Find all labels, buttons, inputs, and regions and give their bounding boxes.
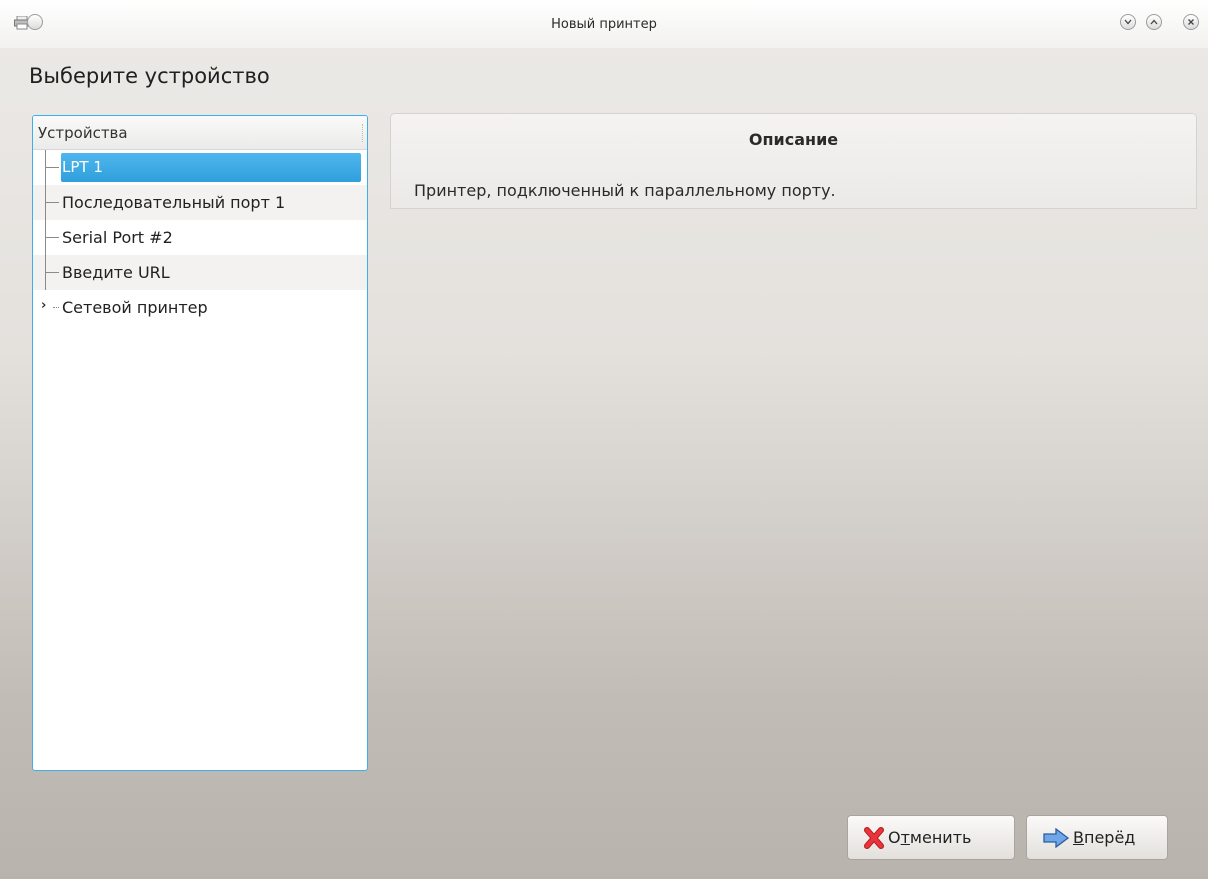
forward-button[interactable]: Вперёд bbox=[1026, 815, 1168, 860]
column-resize-handle[interactable] bbox=[362, 124, 365, 142]
maximize-button[interactable] bbox=[1146, 14, 1162, 30]
window-title: Новый принтер bbox=[551, 17, 657, 32]
description-text: Принтер, подключенный к параллельному по… bbox=[414, 181, 836, 200]
tree-branch-line bbox=[45, 202, 59, 203]
minimize-button[interactable] bbox=[1120, 14, 1136, 30]
tree-item-enter-url[interactable]: Введите URL bbox=[33, 255, 367, 290]
chevron-down-icon bbox=[1124, 19, 1132, 25]
tree-branch-line bbox=[45, 272, 59, 273]
chevron-up-icon bbox=[1150, 19, 1158, 25]
description-title: Описание bbox=[748, 130, 839, 149]
window-titlebar: Новый принтер bbox=[0, 0, 1208, 48]
description-panel: Описание Принтер, подключенный к паралле… bbox=[391, 114, 1196, 208]
tree-branch-line bbox=[45, 167, 59, 168]
device-tree[interactable]: Устройства LPT 1 Последовательный порт 1… bbox=[32, 115, 368, 771]
tree-branch-line bbox=[53, 307, 59, 308]
tree-item-label: LPT 1 bbox=[61, 153, 361, 182]
tree-item-label: Последовательный порт 1 bbox=[62, 193, 286, 212]
tree-item-lpt1[interactable]: LPT 1 bbox=[33, 150, 367, 185]
forward-button-label: Вперёд bbox=[1073, 828, 1136, 847]
tree-item-network-printer[interactable]: › Сетевой принтер bbox=[33, 290, 367, 325]
close-button[interactable] bbox=[1183, 14, 1199, 30]
tree-item-label: Введите URL bbox=[62, 263, 170, 282]
close-icon bbox=[1188, 19, 1194, 25]
cancel-icon bbox=[864, 826, 884, 849]
chevron-right-icon[interactable]: › bbox=[41, 298, 46, 313]
cancel-button-label: Отменить bbox=[888, 828, 972, 847]
tree-item-serial-port-2[interactable]: Serial Port #2 bbox=[33, 220, 367, 255]
arrow-right-icon bbox=[1043, 827, 1069, 848]
tree-column-header-label: Устройства bbox=[38, 124, 128, 142]
tree-item-label: Сетевой принтер bbox=[62, 298, 208, 317]
cancel-button[interactable]: Отменить bbox=[847, 815, 1015, 860]
tree-column-header[interactable]: Устройства bbox=[33, 116, 367, 150]
tree-item-label: Serial Port #2 bbox=[62, 228, 173, 247]
tree-branch-line bbox=[45, 237, 59, 238]
tree-item-serial-port-1[interactable]: Последовательный порт 1 bbox=[33, 185, 367, 220]
page-title: Выберите устройство bbox=[29, 64, 270, 88]
